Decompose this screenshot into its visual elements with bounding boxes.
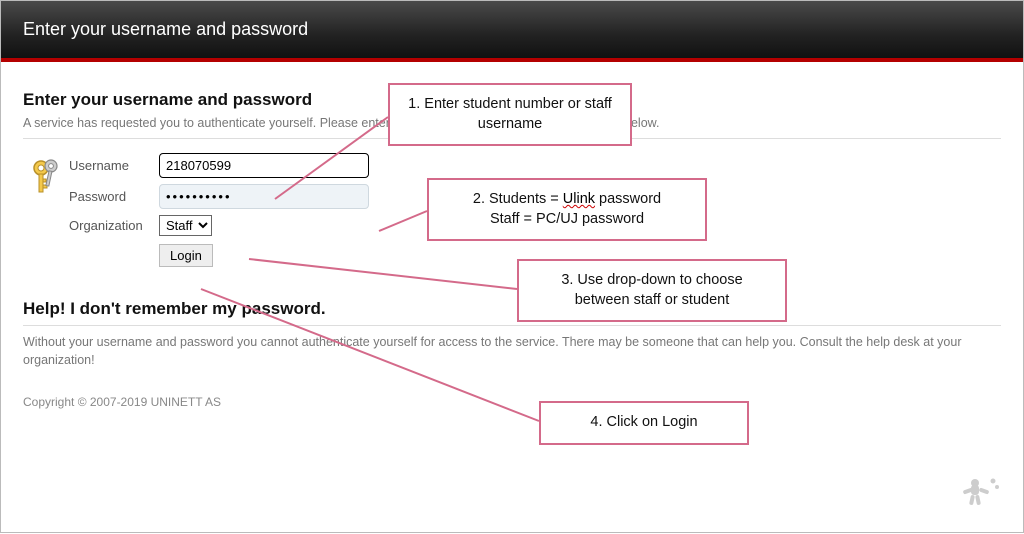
callout-2: 2. Students = Ulink password Staff = PC/…	[427, 178, 707, 241]
login-button[interactable]: Login	[159, 244, 213, 267]
copyright: Copyright © 2007-2019 UNINETT AS	[23, 395, 1001, 409]
keys-icon	[23, 153, 69, 273]
header-title: Enter your username and password	[23, 19, 308, 39]
organization-select[interactable]: Staff	[159, 215, 212, 236]
provider-logo-icon	[953, 475, 1001, 514]
username-label: Username	[69, 158, 159, 173]
password-input[interactable]	[159, 184, 369, 209]
password-label: Password	[69, 189, 159, 204]
username-input[interactable]	[159, 153, 369, 178]
callout-3: 3. Use drop-down to choose between staff…	[517, 259, 787, 322]
organization-label: Organization	[69, 218, 159, 233]
callout-1: 1. Enter student number or staff usernam…	[388, 83, 632, 146]
callout-4: 4. Click on Login	[539, 401, 749, 445]
help-text: Without your username and password you c…	[23, 325, 1001, 369]
help-heading: Help! I don't remember my password.	[23, 299, 1001, 319]
header-bar: Enter your username and password	[1, 1, 1023, 58]
